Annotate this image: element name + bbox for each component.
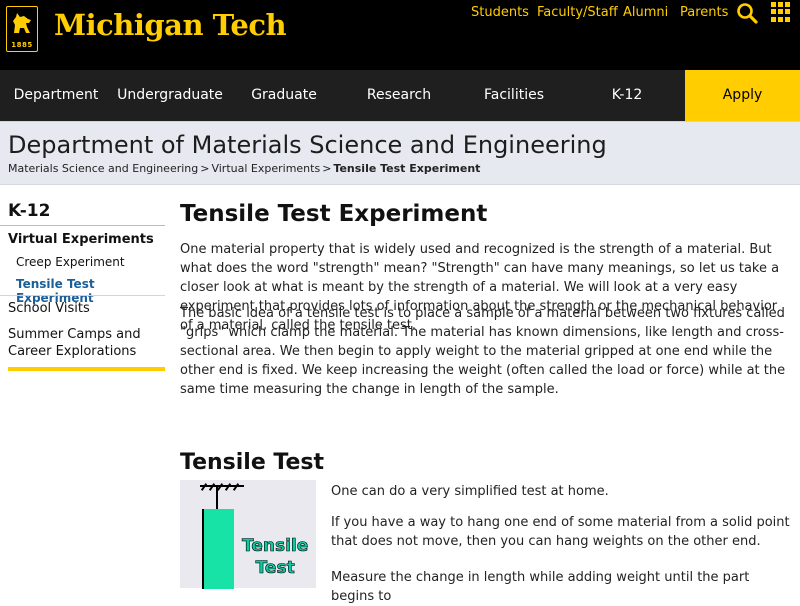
logo-year: 1885 <box>11 41 33 49</box>
search-icon[interactable] <box>736 2 758 24</box>
nav-research[interactable]: Research <box>340 70 458 121</box>
nav-facilities[interactable]: Facilities <box>458 70 570 121</box>
husky-logo[interactable]: 1885 <box>6 6 38 52</box>
nav-undergraduate[interactable]: Undergraduate <box>112 70 228 121</box>
breadcrumb: Materials Science and Engineering > Virtua… <box>8 162 480 175</box>
hang-weights-paragraph: If you have a way to hang one end of som… <box>331 515 790 549</box>
apply-button[interactable]: Apply <box>685 70 800 121</box>
breadcrumb-link-mse[interactable]: Materials Science and Engineering <box>8 162 198 175</box>
hanging-rod <box>216 487 218 509</box>
banner-divider <box>0 184 800 185</box>
nav-graduate[interactable]: Graduate <box>228 70 340 121</box>
department-banner: Department of Materials Science and Engi… <box>0 121 800 185</box>
main-nav: Department Undergraduate Graduate Resear… <box>0 70 800 121</box>
husky-icon <box>13 13 31 33</box>
fixed-support <box>200 483 244 491</box>
utility-link-faculty-staff[interactable]: Faculty/Staff <box>537 5 618 20</box>
sidebar-divider <box>0 295 165 296</box>
basic-idea-paragraph: The basic idea of a tensile test is to p… <box>180 306 786 397</box>
nav-department[interactable]: Department <box>0 70 112 121</box>
breadcrumb-link-virtual-experiments[interactable]: Virtual Experiments <box>211 162 320 175</box>
nav-k12[interactable]: K-12 <box>570 70 684 121</box>
breadcrumb-separator: > <box>322 162 332 175</box>
sidebar-heading-k12[interactable]: K-12 <box>8 201 50 221</box>
sidebar-item-school-visits[interactable]: School Visits <box>8 301 90 316</box>
section-title-tensile-test: Tensile Test <box>180 450 325 475</box>
tensile-test-illustration: Tensile Test <box>180 480 316 589</box>
figure-label: Tensile Test <box>242 536 309 579</box>
breadcrumb-separator: > <box>200 162 210 175</box>
utility-link-alumni[interactable]: Alumni <box>623 5 668 20</box>
brand-wordmark[interactable]: Michigan Tech <box>54 8 287 42</box>
department-title[interactable]: Department of Materials Science and Engi… <box>8 131 607 159</box>
sidebar-divider <box>0 225 165 226</box>
home-test-paragraph: One can do a very simplified test at hom… <box>331 484 609 499</box>
utility-link-students[interactable]: Students <box>471 5 529 20</box>
page-title: Tensile Test Experiment <box>180 201 488 227</box>
breadcrumb-current: Tensile Test Experiment <box>333 162 481 175</box>
sidebar-item-virtual-experiments[interactable]: Virtual Experiments <box>8 232 154 247</box>
test-specimen <box>202 509 234 589</box>
site-header: 1885 Michigan Tech Students Faculty/Staf… <box>0 0 800 70</box>
sidebar-accent-bar <box>8 367 165 371</box>
apps-grid-icon[interactable] <box>771 2 791 22</box>
utility-link-parents[interactable]: Parents <box>680 5 728 20</box>
sidebar-item-summer-camps[interactable]: Summer Camps and Career Explorations <box>8 326 158 360</box>
sidebar-item-creep-experiment[interactable]: Creep Experiment <box>16 255 125 269</box>
measure-length-paragraph: Measure the change in length while addin… <box>331 570 750 604</box>
